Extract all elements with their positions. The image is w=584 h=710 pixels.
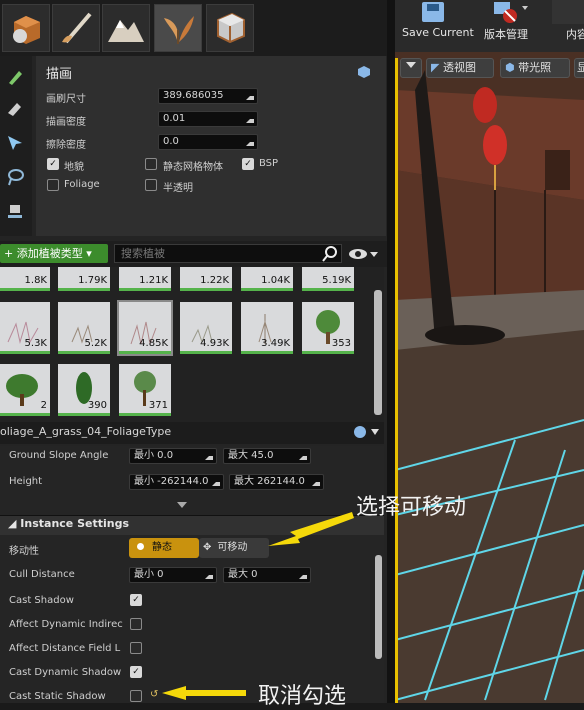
annotation-arrows [162, 512, 354, 700]
annotation-select-movable: 选择可移动 [356, 495, 467, 520]
arrow-to-movable [268, 512, 354, 546]
arrow-to-uncheck [162, 686, 246, 700]
annotation-uncheck: 取消勾选 [258, 684, 347, 709]
